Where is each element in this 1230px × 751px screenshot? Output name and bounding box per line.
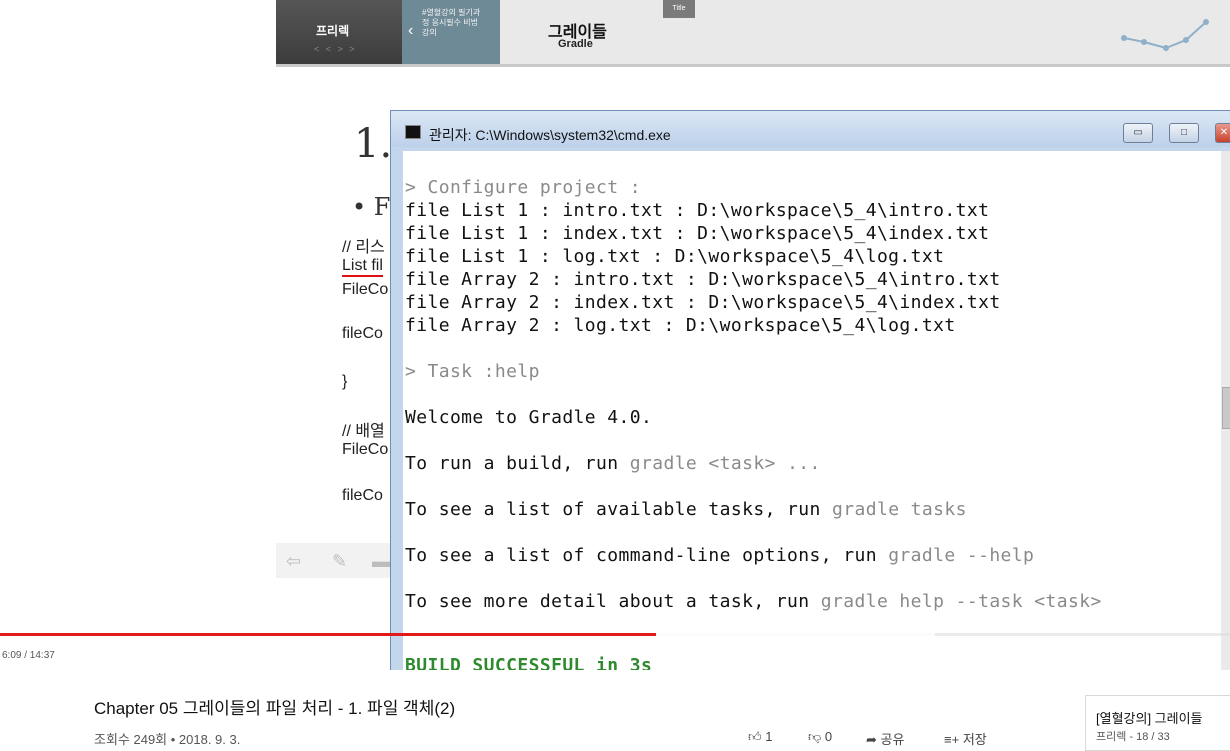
cmd-line: To run a build, run gradle <task> ... (405, 453, 821, 474)
cmd-icon (405, 125, 421, 139)
video-meta: 조회수 249회 • 2018. 9. 3. (94, 732, 241, 747)
cmd-command: gradle help --task <task> (820, 591, 1102, 612)
minimize-button[interactable]: ▭ (1123, 123, 1153, 143)
slide-bullet: • F (352, 193, 391, 221)
share-button[interactable]: ➦ 공유 (866, 729, 904, 748)
cmd-line: file List 1 : log.txt : D:\workspace\5_4… (405, 246, 945, 267)
cmd-line: file List 1 : index.txt : D:\workspace\5… (405, 223, 990, 244)
like-button[interactable]: 👍︎ 1 (748, 729, 772, 745)
dislike-count: 0 (824, 729, 833, 744)
cmd-text: To run a build, run (405, 453, 630, 474)
menu-icon: ▬ (372, 551, 390, 571)
cmd-titlebar[interactable]: 관리자: C:\Windows\system32\cmd.exe ▭ □ ✕ (391, 111, 1230, 147)
cmd-line: To see more detail about a task, run gra… (405, 591, 1102, 612)
pen-icon: ✎ (332, 551, 348, 571)
line-graph-decoration (1121, 19, 1209, 51)
cmd-text: To see a list of command-line options, r… (405, 545, 889, 566)
banner-subtitle: Gradle (558, 38, 593, 50)
cmd-line: > Task :help (405, 361, 540, 382)
code-line: fileCo (342, 325, 383, 342)
cmd-line: To see a list of command-line options, r… (405, 545, 1034, 566)
code-line: fileCo (342, 487, 383, 504)
series-block: ‹ #열혈강의 필기과정 응시필수 비법강의 (402, 0, 500, 64)
maximize-button[interactable]: □ (1169, 123, 1199, 143)
cmd-command: gradle tasks (832, 499, 967, 520)
slide-banner: 프리렉 < < > > ‹ #열혈강의 필기과정 응시필수 비법강의 그레이들 … (276, 0, 1230, 67)
dislike-button[interactable]: 👎︎ 0 (808, 729, 832, 745)
progress-bar[interactable] (0, 633, 1230, 636)
playlist-add-icon: ≡+ (944, 732, 960, 747)
progress-played (0, 633, 656, 636)
video-title: Chapter 05 그레이들의 파일 처리 - 1. 파일 객체(2) (94, 699, 456, 718)
cmd-line: BUILD SUCCESSFUL in 3s (405, 655, 653, 670)
close-button[interactable]: ✕ (1215, 123, 1230, 143)
cmd-line: file Array 2 : log.txt : D:\workspace\5_… (405, 315, 956, 336)
code-line: FileCo (342, 441, 389, 458)
series-text: #열혈강의 필기과정 응시필수 비법강의 (422, 8, 481, 37)
brand-name: 프리렉 (316, 24, 350, 38)
cmd-title: 관리자: C:\Windows\system32\cmd.exe (429, 127, 671, 143)
playlist-title: [열혈강의] 그레이들 (1096, 711, 1203, 726)
thumbs-down-icon: 👎︎ (808, 729, 822, 744)
playlist-meta: 프리렉 - 18 / 33 (1096, 731, 1170, 743)
cmd-text: To see a list of available tasks, run (405, 499, 833, 520)
cmd-output[interactable]: > Configure project : file List 1 : intr… (403, 151, 1221, 670)
cmd-command: gradle --help (888, 545, 1035, 566)
cmd-line: file Array 2 : intro.txt : D:\workspace\… (405, 269, 1001, 290)
title-tab: Title (663, 0, 695, 18)
cmd-text: To see more detail about a task, run (405, 591, 821, 612)
slide-heading: 1. (354, 121, 393, 167)
cmd-line: > Configure project : (405, 177, 641, 198)
cmd-line: file List 1 : intro.txt : D:\workspace\5… (405, 200, 990, 221)
time-readout: 6:09 / 14:37 (2, 650, 55, 661)
cmd-window[interactable]: 관리자: C:\Windows\system32\cmd.exe ▭ □ ✕ >… (390, 110, 1230, 670)
code-line: // 배열 (342, 423, 385, 440)
cmd-scrollbar[interactable] (1221, 151, 1230, 670)
brand-arrows: < < > > (314, 44, 357, 54)
share-icon: ➦ (866, 732, 877, 747)
save-button[interactable]: ≡+ 저장 (944, 729, 987, 748)
code-line: } (342, 373, 348, 390)
code-line: List fil (342, 257, 383, 277)
cmd-command: gradle <task> ... (629, 453, 821, 474)
chevron-left-icon: ‹ (408, 22, 414, 39)
code-line: // 리스 (342, 239, 385, 256)
code-line: FileCo (342, 281, 389, 298)
like-count: 1 (765, 729, 773, 744)
arrow-left-icon: ⇦ (286, 551, 302, 571)
thumbs-up-icon: 👍︎ (748, 729, 762, 744)
brand-block: 프리렉 < < > > (276, 0, 402, 64)
scrollbar-thumb[interactable] (1222, 387, 1230, 429)
playlist-card[interactable]: [열혈강의] 그레이들 프리렉 - 18 / 33 (1085, 695, 1230, 751)
cmd-line: To see a list of available tasks, run gr… (405, 499, 967, 520)
save-label: 저장 (962, 732, 987, 747)
cmd-line: file Array 2 : index.txt : D:\workspace\… (405, 292, 1001, 313)
share-label: 공유 (880, 732, 905, 747)
video-player[interactable]: 프리렉 < < > > ‹ #열혈강의 필기과정 응시필수 비법강의 그레이들 … (0, 0, 1230, 670)
cmd-line: Welcome to Gradle 4.0. (405, 407, 653, 428)
